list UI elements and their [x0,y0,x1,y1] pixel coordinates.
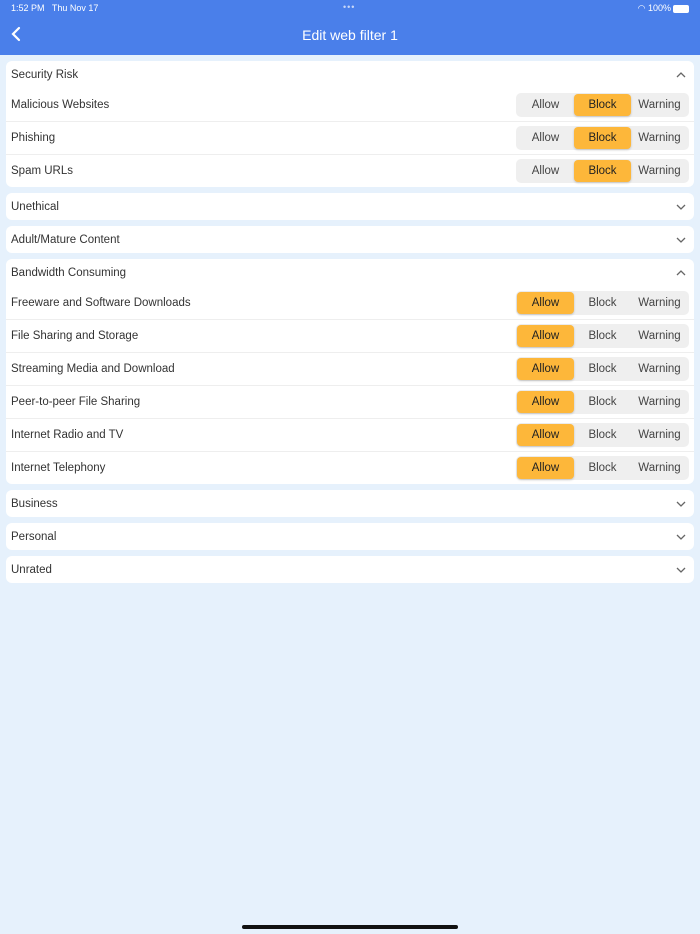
section-card: Personal [6,523,694,550]
filter-label: Malicious Websites [11,98,110,111]
action-segmented-control[interactable]: Allow Block Warning [516,290,689,315]
action-segmented-control[interactable]: Allow Block Warning [516,357,689,381]
segment-allow[interactable]: Allow [517,391,574,413]
chevron-down-icon [676,567,686,573]
filter-row: Internet Telephony Allow Block Warning [6,451,694,484]
filter-label: Freeware and Software Downloads [11,296,191,309]
segment-allow[interactable]: Allow [517,291,574,314]
action-segmented-control[interactable]: Allow Block Warning [516,324,689,348]
multitasking-dots-icon[interactable]: ••• [343,2,355,12]
filter-label: File Sharing and Storage [11,330,139,342]
section-header[interactable]: Bandwidth Consuming [6,259,694,286]
action-segmented-control[interactable]: Allow Block Warning [516,159,689,183]
filter-row: Spam URLs Allow Block Warning [6,154,694,187]
section-card: Business [6,490,694,517]
section-header[interactable]: Personal [6,523,694,550]
action-segmented-control[interactable]: Allow Block Warning [516,92,689,117]
segment-allow[interactable]: Allow [517,160,574,182]
filter-label: Phishing [11,132,56,144]
segment-block[interactable]: Block [574,127,631,149]
filter-label: Spam URLs [11,165,73,177]
filter-label: Peer-to-peer File Sharing [11,396,141,408]
section-card: Bandwidth Consuming Freeware and Software… [6,259,694,484]
page-title: Edit web filter 1 [302,27,398,43]
filter-sections: Security Risk Malicious Websites Allow Bloc… [0,55,700,583]
segment-block[interactable]: Block [574,160,631,182]
section-header[interactable]: Adult/Mature Content [6,226,694,253]
section-title: Security Risk [11,68,79,81]
action-segmented-control[interactable]: Allow Block Warning [516,390,689,414]
segment-block[interactable]: Block [574,292,631,314]
segment-allow[interactable]: Allow [517,424,574,446]
filter-row: Malicious Websites Allow Block Warning [6,88,694,121]
segment-warning[interactable]: Warning [631,358,688,380]
filter-row: File Sharing and Storage Allow Block Warnin… [6,319,694,352]
segment-block[interactable]: Block [574,325,631,347]
segment-allow[interactable]: Allow [517,127,574,149]
segment-warning[interactable]: Warning [631,424,688,446]
chevron-down-icon [676,501,686,507]
section-title: Business [11,497,58,510]
filter-row: Phishing Allow Block Warning [6,121,694,154]
segment-warning[interactable]: Warning [631,94,688,116]
wifi-icon: ◠ [637,3,646,13]
segment-warning[interactable]: Warning [631,160,688,182]
section-title: Bandwidth Consuming [11,266,127,279]
segment-allow[interactable]: Allow [517,358,574,380]
section-title: Unrated [11,563,52,576]
chevron-up-icon [676,71,686,77]
nav-bar: 1:52 PM Thu Nov 17 ◠ 100% ••• Edit web f… [0,0,700,55]
battery-icon [673,4,689,13]
section-card: Unethical [6,193,694,220]
segment-warning[interactable]: Warning [631,457,688,479]
filter-label: Streaming Media and Download [11,363,175,375]
segment-allow[interactable]: Allow [517,457,574,479]
section-header[interactable]: Business [6,490,694,517]
segment-warning[interactable]: Warning [631,292,688,314]
status-date: Thu Nov 17 [51,3,99,13]
chevron-up-icon [676,269,686,275]
segment-allow[interactable]: Allow [517,325,574,347]
segment-warning[interactable]: Warning [631,391,688,413]
chevron-down-icon [676,534,686,540]
filter-row: Streaming Media and Download Allow Block Wa… [6,352,694,385]
segment-block[interactable]: Block [574,358,631,380]
section-title: Personal [11,530,57,543]
section-header[interactable]: Security Risk [6,61,694,88]
section-card: Adult/Mature Content [6,226,694,253]
segment-block[interactable]: Block [574,457,631,479]
action-segmented-control[interactable]: Allow Block Warning [516,456,689,480]
segment-warning[interactable]: Warning [631,127,688,149]
section-header[interactable]: Unrated [6,556,694,583]
section-card: Security Risk Malicious Websites Allow Bloc… [6,61,694,187]
action-segmented-control[interactable]: Allow Block Warning [516,423,689,447]
status-time: 1:52 PM [11,3,45,13]
section-card: Unrated [6,556,694,583]
chevron-down-icon [676,204,686,210]
segment-warning[interactable]: Warning [631,325,688,347]
filter-label: Internet Telephony [11,462,106,474]
filter-label: Internet Radio and TV [11,429,124,441]
chevron-down-icon [676,237,686,243]
filter-row: Freeware and Software Downloads Allow Bloc… [6,286,694,319]
section-title: Unethical [11,200,59,213]
action-segmented-control[interactable]: Allow Block Warning [516,126,689,150]
filter-row: Internet Radio and TV Allow Block Warning [6,418,694,451]
segment-block[interactable]: Block [574,424,631,446]
segment-block[interactable]: Block [574,93,631,116]
section-title: Adult/Mature Content [11,233,120,246]
battery-percent: 100% [647,3,671,13]
home-indicator [242,925,458,929]
filter-row: Peer-to-peer File Sharing Allow Block Warni… [6,385,694,418]
segment-block[interactable]: Block [574,391,631,413]
segment-allow[interactable]: Allow [517,94,574,116]
section-header[interactable]: Unethical [6,193,694,220]
